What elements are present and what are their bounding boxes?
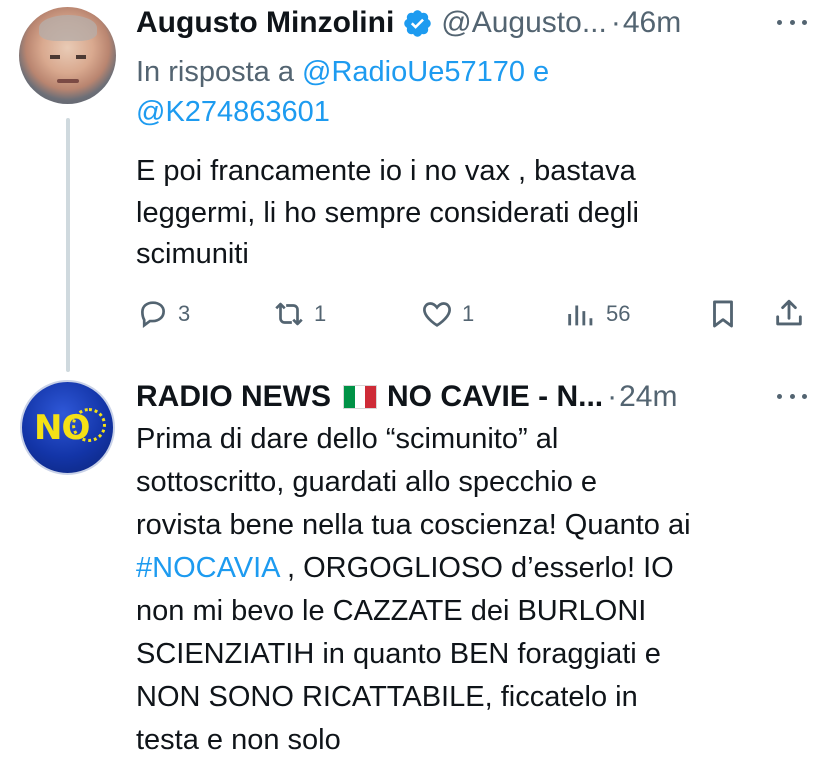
tweet-1-author-name[interactable]: Augusto Minzolini (136, 4, 394, 42)
tweet-2-text-before-hashtag: Prima di dare dello “scimunito” al sotto… (136, 423, 691, 541)
reply-mention-2[interactable]: @K274863601 (136, 96, 330, 128)
more-dot (789, 394, 795, 399)
thread-connector-line (66, 118, 70, 372)
eu-stars-icon (72, 408, 106, 442)
tweet-1-actions: 3 1 1 56 (136, 294, 816, 334)
share-button[interactable] (772, 294, 806, 334)
more-icon[interactable] (777, 20, 807, 28)
reply-mention-1[interactable]: @RadioUe57170 (302, 56, 525, 88)
avatar-radio-news[interactable]: NO (20, 380, 115, 475)
retweet-count: 1 (314, 301, 327, 326)
like-icon (423, 302, 451, 327)
verified-badge-icon (404, 9, 432, 37)
more-dot (802, 394, 807, 399)
avatar-mouth (57, 79, 79, 83)
like-button[interactable]: 1 (420, 294, 474, 334)
tweet-1-header: Augusto Minzolini @Augusto... · 46m (136, 2, 681, 44)
tweet-2-author-name-part-2[interactable]: NO CAVIE - N... (387, 378, 603, 416)
views-count: 56 (606, 301, 631, 326)
tweet-2-time[interactable]: 24m (619, 378, 677, 416)
views-icon (568, 305, 593, 326)
more-dot (777, 394, 782, 399)
italian-flag-icon (343, 385, 377, 409)
reply-icon (141, 301, 165, 329)
avatar-hair (39, 15, 97, 41)
reply-prefix: In risposta a (136, 56, 294, 88)
like-count: 1 (462, 301, 475, 326)
bookmark-icon (713, 300, 733, 328)
avatar-augusto-minzolini[interactable] (19, 7, 116, 104)
share-icon (776, 299, 802, 326)
tweet-2-author-name-part-1[interactable]: RADIO NEWS (136, 378, 331, 416)
more-dot (777, 20, 782, 25)
reply-and: e (533, 56, 550, 88)
more-dot (802, 20, 807, 25)
retweet-icon (275, 302, 303, 326)
tweet-1-time[interactable]: 46m (623, 4, 681, 42)
tweet-1-handle[interactable]: @Augusto... (441, 4, 607, 42)
tweet-1-separator: · (610, 6, 621, 39)
reply-button[interactable]: 3 (136, 294, 190, 334)
more-dot (789, 20, 795, 25)
bookmark-button[interactable] (706, 294, 740, 334)
retweet-button[interactable]: 1 (272, 294, 326, 334)
views-button[interactable]: 56 (564, 294, 630, 334)
reply-context: In risposta a @RadioUe57170 e @K27486360… (136, 52, 736, 132)
reply-count: 3 (178, 301, 191, 326)
tweet-2-header: RADIO NEWS NO CAVIE - N... · 24m (136, 376, 677, 418)
tweet-1-text: E poi francamente io i no vax , bastava … (136, 155, 639, 270)
avatar-eyes (50, 55, 86, 59)
tweet-2-text: Prima di dare dello “scimunito” al sotto… (136, 418, 816, 762)
tweet-thread: Augusto Minzolini @Augusto... · 46m In r… (0, 0, 828, 776)
tweet-2-separator: · (607, 380, 618, 413)
more-icon[interactable] (777, 394, 807, 402)
tweet-2-hashtag[interactable]: #NOCAVIA (136, 552, 279, 584)
